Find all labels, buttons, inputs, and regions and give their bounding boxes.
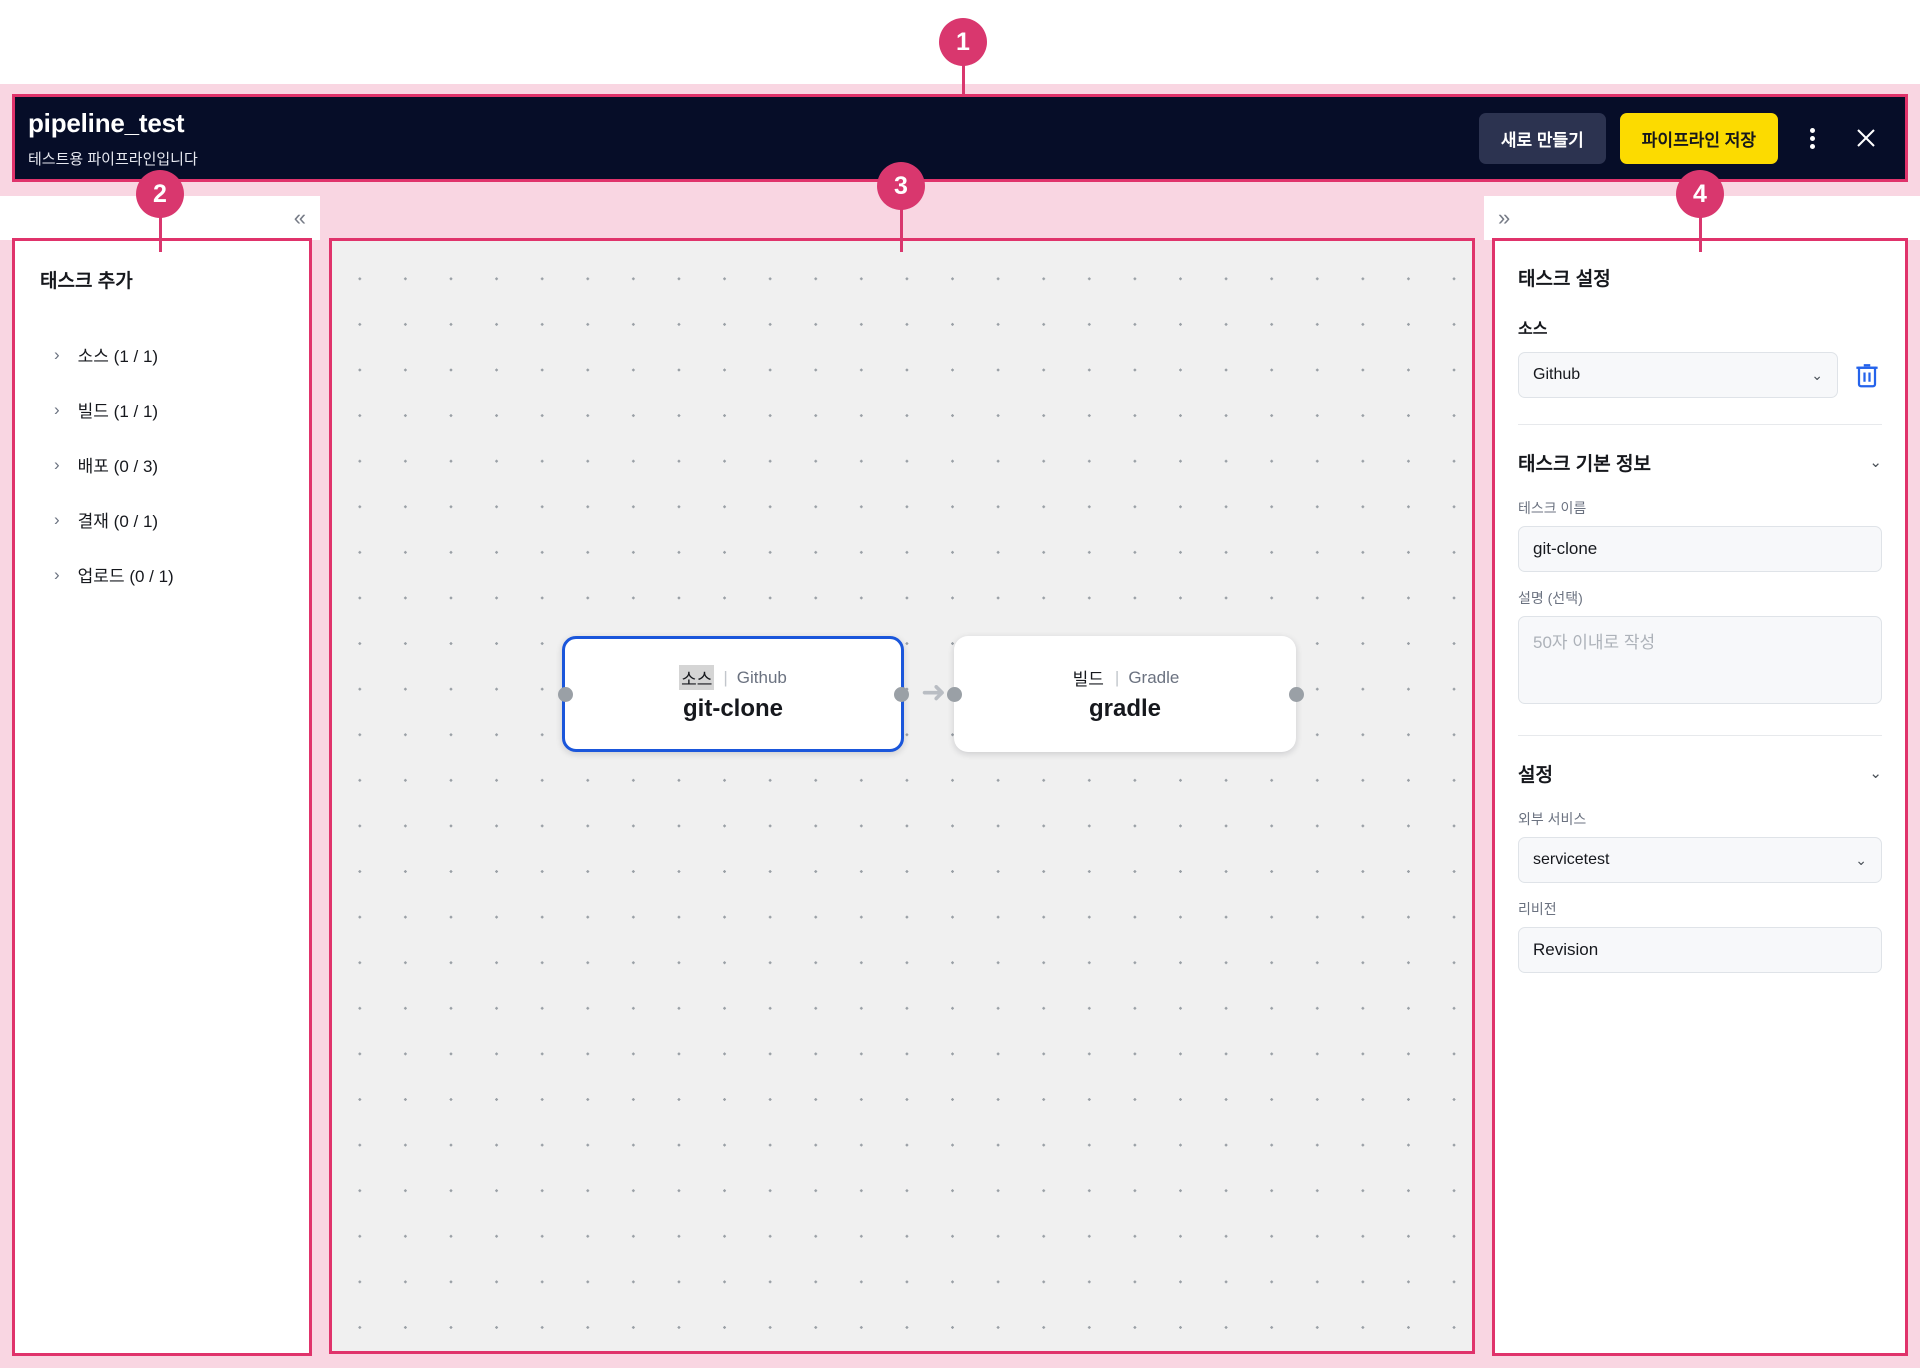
- highlight-band-canvas-right: [1473, 196, 1494, 1368]
- page-title: pipeline_test: [28, 108, 185, 138]
- pipeline-node-gradle[interactable]: 빌드 | Gradle gradle: [946, 636, 1304, 752]
- sidebar-item-build[interactable]: › 빌드 (1 / 1): [14, 382, 310, 437]
- chevron-down-icon: ⌄: [1869, 454, 1882, 471]
- header-titles: pipeline_test 테스트용 파이프라인입니다: [28, 108, 198, 169]
- chevron-right-icon: ›: [54, 455, 60, 474]
- save-pipeline-button[interactable]: 파이프라인 저장: [1619, 112, 1778, 164]
- basic-info-title: 태스크 기본 정보: [1518, 454, 1651, 475]
- app-header: pipeline_test 테스트용 파이프라인입니다 새로 만들기 파이프라인…: [14, 96, 1906, 180]
- source-label: 소스: [1518, 321, 1548, 338]
- trash-icon[interactable]: [1852, 360, 1882, 390]
- chevron-right-icon: ›: [54, 400, 60, 419]
- chevron-right-icon: ›: [54, 345, 60, 364]
- highlight-band-right: [1906, 84, 1920, 1368]
- external-service-value: servicetest: [1533, 851, 1610, 868]
- basic-info-section-header[interactable]: 태스크 기본 정보 ⌄: [1518, 425, 1882, 482]
- node-title: git-clone: [683, 695, 783, 722]
- task-name-label: 테스크 이름: [1518, 500, 1587, 516]
- header-actions: 새로 만들기 파이프라인 저장: [1478, 96, 1886, 180]
- task-description-label: 설명 (선택): [1518, 590, 1583, 606]
- canvas-toolbar: [320, 196, 1484, 240]
- task-name-input[interactable]: [1518, 526, 1882, 572]
- node-title: gradle: [1088, 695, 1162, 722]
- task-category-list: › 소스 (1 / 1) › 빌드 (1 / 1) › 배포 (0 / 3) ›…: [14, 327, 310, 602]
- source-select-value: Github: [1533, 366, 1581, 383]
- sidebar-item-deploy[interactable]: › 배포 (0 / 3): [14, 437, 310, 492]
- highlight-band-left: [0, 84, 14, 1368]
- node-kind-label: 소스: [679, 665, 715, 690]
- node-port-input[interactable]: [557, 686, 573, 702]
- panel-toolbar-strip: « »: [0, 196, 1920, 240]
- expand-right-panel-icon[interactable]: »: [1498, 207, 1510, 229]
- sidebar-item-label: 빌드 (1 / 1): [77, 402, 159, 421]
- node-separator: |: [723, 667, 728, 687]
- settings-section-header[interactable]: 설정 ⌄: [1518, 736, 1882, 793]
- node-meta: 소스 | Github: [679, 665, 787, 690]
- sidebar-heading: 태스크 추가: [40, 271, 133, 292]
- chevron-down-icon: ⌄: [1811, 367, 1823, 383]
- node-provider-label: Github: [736, 667, 787, 687]
- node-meta: 빌드 | Gradle: [1071, 665, 1180, 690]
- highlight-band-canvas-left: [310, 196, 331, 1368]
- left-panel-toolbar: «: [0, 196, 320, 240]
- chevron-right-icon: ›: [54, 565, 60, 584]
- app-root: pipeline_test 테스트용 파이프라인입니다 새로 만들기 파이프라인…: [0, 0, 1920, 1368]
- task-settings-heading: 태스크 설정: [1518, 269, 1611, 290]
- sidebar-item-label: 업로드 (0 / 1): [77, 567, 174, 586]
- sidebar-item-label: 결재 (0 / 1): [77, 512, 159, 531]
- page-subtitle: 테스트용 파이프라인입니다: [28, 151, 198, 168]
- right-panel-toolbar: »: [1484, 196, 1920, 240]
- close-icon[interactable]: [1846, 118, 1886, 158]
- edge-arrow-icon: ➜: [921, 676, 947, 709]
- node-port-output[interactable]: [1288, 686, 1304, 702]
- task-settings-panel: 태스크 설정 소스 Github ⌄ 태스크 기본 정보 ⌄ 테스크 이름 gi…: [1494, 240, 1906, 1354]
- sidebar-item-label: 소스 (1 / 1): [77, 347, 159, 366]
- node-port-output[interactable]: [893, 686, 909, 702]
- external-service-label: 외부 서비스: [1518, 811, 1587, 827]
- node-kind-label: 빌드: [1072, 670, 1104, 689]
- annotation-marker-1: 1: [939, 18, 987, 96]
- annotation-marker-1-number: 1: [939, 18, 987, 66]
- chevron-down-icon: ⌄: [1855, 852, 1867, 868]
- revision-label: 리비전: [1518, 901, 1557, 917]
- kebab-menu-icon[interactable]: [1792, 118, 1832, 158]
- new-pipeline-button[interactable]: 새로 만들기: [1478, 112, 1606, 164]
- sidebar-item-source[interactable]: › 소스 (1 / 1): [14, 327, 310, 382]
- external-service-field: 외부 서비스 servicetest ⌄: [1518, 809, 1882, 883]
- sidebar-item-upload[interactable]: › 업로드 (0 / 1): [14, 547, 310, 602]
- sidebar-item-approval[interactable]: › 결재 (0 / 1): [14, 492, 310, 547]
- pipeline-canvas[interactable]: 소스 | Github git-clone ➜ 빌드 | Gradle grad…: [331, 240, 1473, 1352]
- settings-title: 설정: [1518, 765, 1553, 786]
- source-select[interactable]: Github ⌄: [1518, 352, 1838, 398]
- task-description-field: 설명 (선택): [1518, 588, 1882, 709]
- revision-field: 리비전: [1518, 899, 1882, 973]
- highlight-band-bottom: [0, 1354, 1920, 1368]
- revision-input[interactable]: [1518, 927, 1882, 973]
- pipeline-node-git-clone[interactable]: 소스 | Github git-clone: [557, 636, 909, 752]
- collapse-left-panel-icon[interactable]: «: [294, 207, 306, 229]
- task-name-field: 테스크 이름: [1518, 498, 1882, 572]
- node-provider-label: Gradle: [1128, 667, 1180, 687]
- task-description-textarea[interactable]: [1518, 616, 1882, 704]
- sidebar-item-label: 배포 (0 / 3): [77, 457, 159, 476]
- external-service-select[interactable]: servicetest ⌄: [1518, 837, 1882, 883]
- node-separator: |: [1114, 667, 1120, 687]
- task-add-sidebar: 태스크 추가 › 소스 (1 / 1) › 빌드 (1 / 1) › 배포 (0…: [14, 240, 310, 1354]
- chevron-down-icon: ⌄: [1869, 765, 1882, 782]
- chevron-right-icon: ›: [54, 510, 60, 529]
- source-row: Github ⌄: [1518, 352, 1882, 398]
- node-port-input[interactable]: [946, 686, 962, 702]
